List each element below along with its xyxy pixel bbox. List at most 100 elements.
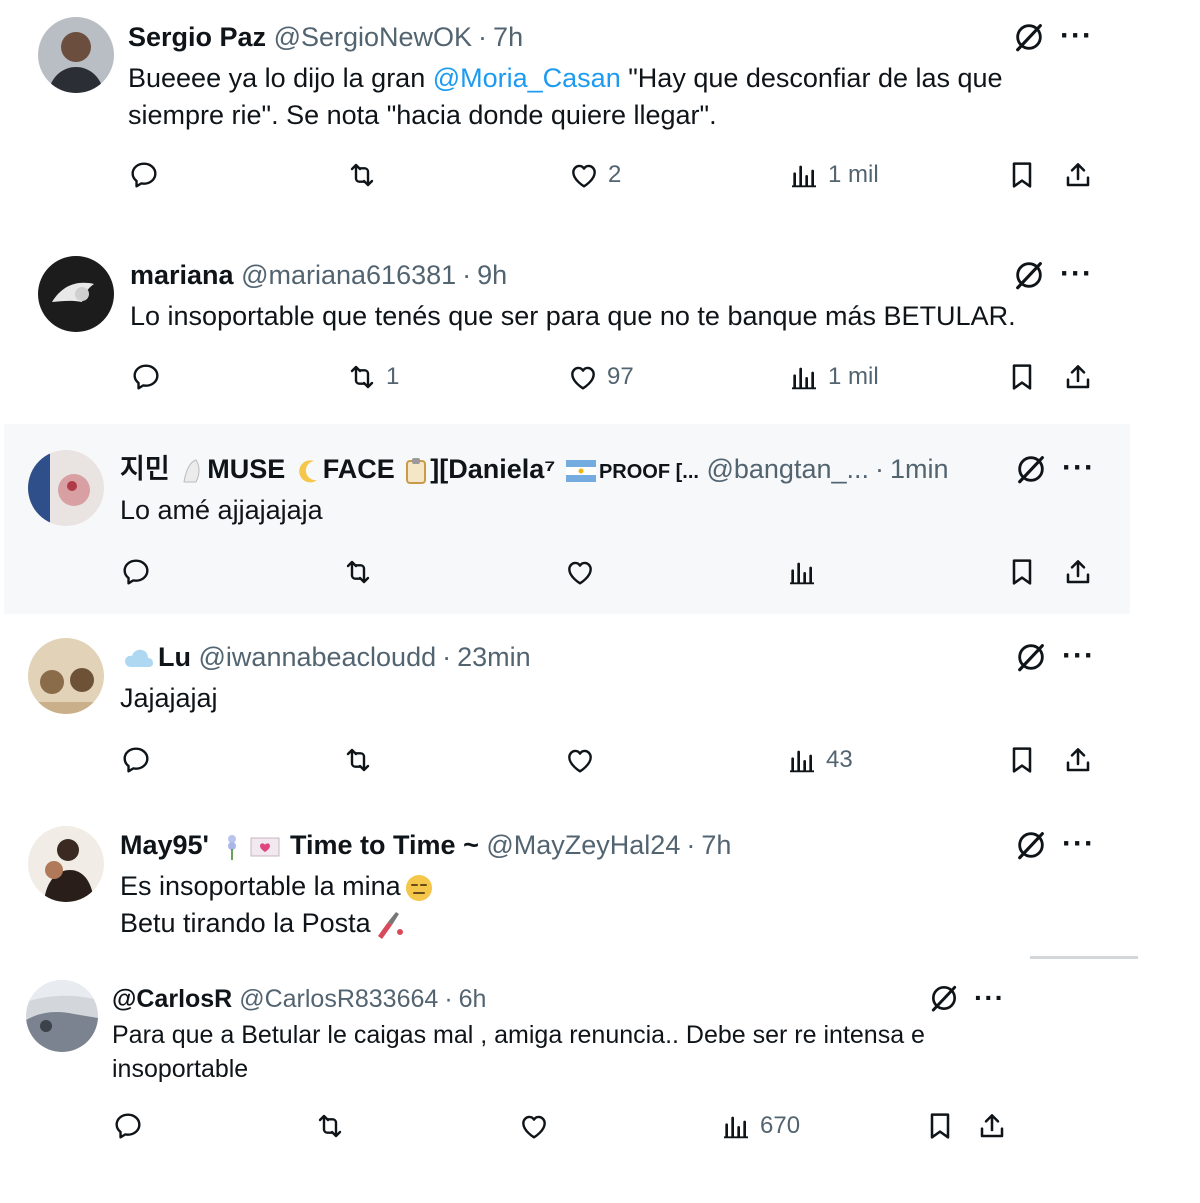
share-button[interactable] [1062,359,1094,395]
reply-button[interactable] [112,1108,152,1144]
like-button[interactable] [564,742,604,778]
bookmark-button[interactable] [1006,157,1038,193]
more-icon[interactable]: ··· [1062,453,1095,483]
author-name-part[interactable]: MUSE [207,454,285,484]
grok-icon[interactable] [1012,20,1046,54]
reply-button[interactable] [120,742,160,778]
author-handle[interactable]: @MayZeyHal24 [486,830,680,860]
repost-button[interactable]: 1 [346,359,399,395]
like-button[interactable] [564,554,604,590]
avatar[interactable] [28,450,104,526]
author-name-part[interactable]: Time to Time ~ [290,830,479,860]
separator-line [1030,956,1138,959]
cloud-emoji-icon [125,649,153,667]
post-may95[interactable]: May95' Time to Time ~ @MayZeyHal24 · 7h ··… [4,804,1130,952]
views-icon [786,556,818,588]
author-handle[interactable]: @SergioNewOK [274,22,472,52]
post-header: May95' Time to Time ~ @MayZeyHal24 · 7h [120,830,731,861]
mention-link[interactable]: @Moria_Casan [433,63,621,93]
grok-icon[interactable] [1014,828,1048,862]
repost-button[interactable] [342,742,382,778]
post-header: @CarlosR @CarlosR833664 · 6h [112,984,486,1014]
separator-dot: · [442,642,452,672]
post-header: mariana @mariana616381 · 9h [130,260,507,290]
author-handle[interactable]: @mariana616381 [241,260,456,290]
post-time[interactable]: 7h [493,22,523,52]
author-handle[interactable]: @iwannabeacloudd [199,642,437,672]
more-icon[interactable]: ··· [1060,259,1093,289]
author-handle[interactable]: @bangtan_... [706,454,869,484]
views-count: 670 [760,1112,801,1139]
bookmark-icon [1006,744,1038,776]
post-time[interactable]: 1min [890,454,949,484]
avatar[interactable] [38,17,114,93]
grok-icon[interactable] [1014,640,1048,674]
author-name-part[interactable]: PROOF [... [599,461,699,483]
views-button[interactable]: 670 [720,1108,800,1144]
avatar[interactable] [28,826,104,902]
reply-button[interactable] [120,554,160,590]
like-button[interactable]: 2 [568,157,621,193]
share-button[interactable] [976,1108,1008,1144]
post-carlosr[interactable]: @CarlosR @CarlosR833664 · 6h ··· Para que … [0,962,1030,1162]
post-mariana[interactable]: mariana @mariana616381 · 9h ··· Lo insopor… [10,232,1126,418]
author-handle[interactable]: @CarlosR833664 [239,985,438,1013]
more-icon[interactable]: ··· [974,984,1005,1012]
share-button[interactable] [1062,157,1094,193]
avatar[interactable] [38,256,114,332]
post-text-line: Es insoportable la mina [120,868,1100,905]
post-text: Para que a Betular le caigas mal , amiga… [112,1021,925,1083]
post-lu[interactable]: Lu @iwannabeacloudd · 23min ··· Jajajajaj … [4,618,1130,796]
avatar[interactable] [28,638,104,714]
views-button[interactable] [786,554,826,590]
reply-button[interactable] [128,157,168,193]
post-time[interactable]: 23min [457,642,531,672]
author-name[interactable]: Sergio Paz [128,22,266,52]
bookmark-button[interactable] [1006,554,1038,590]
bookmark-button[interactable] [924,1108,956,1144]
bookmark-button[interactable] [1006,742,1038,778]
like-button[interactable]: 97 [567,359,634,395]
grok-icon[interactable] [1012,258,1046,292]
author-name-part[interactable]: FACE [323,454,395,484]
post-time[interactable]: 6h [459,985,487,1013]
post-sergio[interactable]: Sergio Paz @SergioNewOK · 7h ··· Bueeee ya… [8,0,1128,214]
author-name-part[interactable]: ][Daniela⁷ [430,454,555,484]
post-text: Lo insoportable que tenés que ser para q… [130,301,1016,331]
views-button[interactable]: 1 mil [788,157,879,193]
argentina-flag-icon [565,459,596,482]
reply-button[interactable] [130,359,170,395]
views-button[interactable]: 43 [786,742,853,778]
repost-button[interactable] [342,554,382,590]
post-time[interactable]: 7h [701,830,731,860]
author-name[interactable]: @CarlosR [112,985,232,1013]
views-button[interactable]: 1 mil [788,359,879,395]
author-name[interactable]: Lu [158,642,191,672]
like-count: 2 [608,161,622,188]
share-button[interactable] [1062,554,1094,590]
avatar[interactable] [26,980,98,1052]
more-icon[interactable]: ··· [1062,829,1095,859]
post-daniela[interactable]: 지민 MUSE FACE ][Daniela⁷ PROOF [... @bang… [4,424,1130,614]
reply-icon [128,159,160,191]
post-text-part: Bueeee ya lo dijo la gran [128,63,433,93]
author-name-part[interactable]: May95' [120,830,209,860]
like-button[interactable] [518,1108,558,1144]
share-button[interactable] [1062,742,1094,778]
repost-icon [346,159,378,191]
grok-icon[interactable] [1014,452,1048,486]
grok-icon[interactable] [928,982,960,1014]
expressionless-face-emoji-icon [405,874,432,901]
separator-dot: · [462,260,472,290]
post-time[interactable]: 9h [477,260,507,290]
bookmark-button[interactable] [1006,359,1038,395]
author-name[interactable]: mariana [130,260,234,290]
flower-emoji-icon [227,834,236,860]
reply-icon [112,1110,144,1142]
repost-button[interactable] [314,1108,354,1144]
reply-icon [130,361,162,393]
more-icon[interactable]: ··· [1060,21,1093,51]
repost-button[interactable] [346,157,386,193]
author-name-part[interactable]: 지민 [120,454,170,484]
more-icon[interactable]: ··· [1062,641,1095,671]
